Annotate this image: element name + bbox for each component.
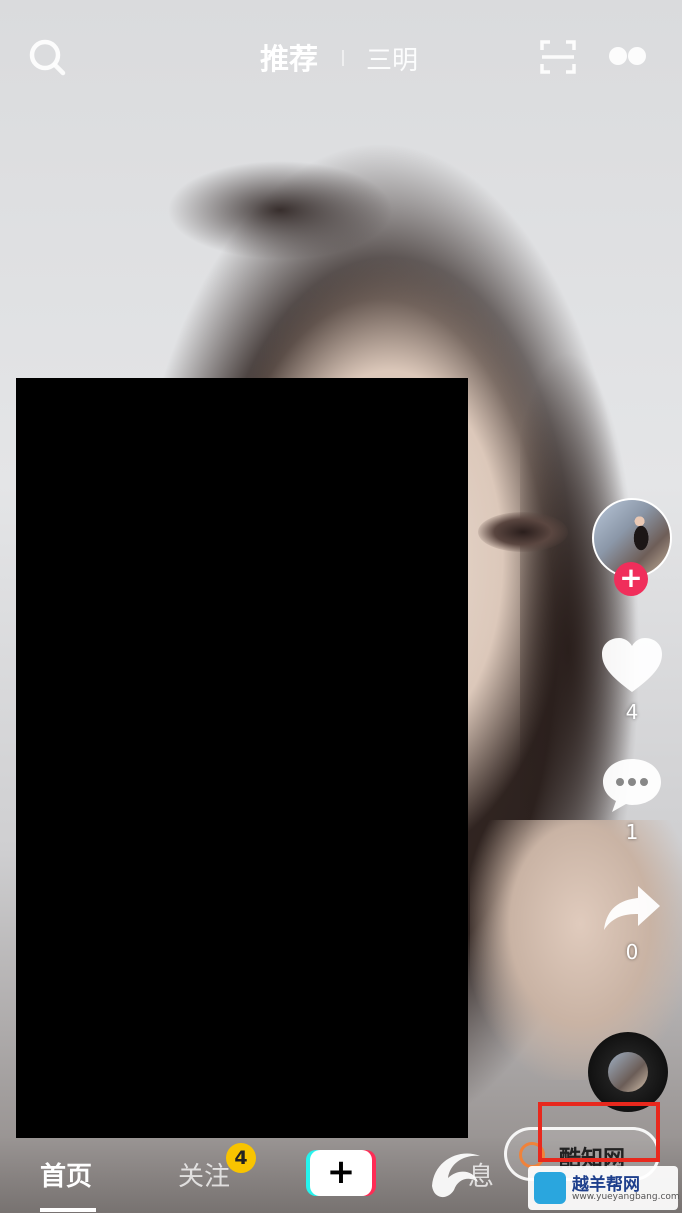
comment-count: 1 [625,820,639,844]
scan-icon[interactable] [540,40,576,74]
active-tab-indicator [40,1208,96,1212]
watermark-site-url: www.yueyangbang.com [572,1192,680,1202]
redaction-block [16,378,468,1138]
like-count: 4 [625,700,639,724]
music-cover [608,1052,648,1092]
share-icon [604,886,660,930]
share-count: 0 [625,940,639,964]
nav-follow[interactable]: 关注 [178,1156,230,1193]
create-button[interactable]: + [306,1150,376,1196]
comment-button[interactable]: 1 [600,756,664,844]
search-icon[interactable] [28,38,66,76]
nav-home[interactable]: 首页 [40,1156,92,1193]
music-disc-icon[interactable] [588,1032,668,1112]
tab-divider [342,50,344,66]
highlight-box [538,1102,660,1162]
plus-icon: + [310,1150,372,1196]
watermark-swirl-logo [420,1138,500,1208]
watermark-site: 越羊帮网 www.yueyangbang.com [528,1166,680,1210]
follow-plus-icon[interactable]: + [614,562,648,596]
top-bar: 推荐 三明 [0,0,682,112]
creator-avatar[interactable]: + [592,498,672,596]
heart-icon [602,638,662,692]
follow-badge: 4 [226,1143,256,1173]
video-content [478,512,568,552]
tab-city[interactable]: 三明 [366,40,418,77]
live-icon[interactable] [608,44,648,68]
comment-icon [603,759,661,812]
like-button[interactable]: 4 [600,636,664,724]
share-button[interactable]: 0 [600,882,664,964]
watermark-site-logo [534,1172,566,1204]
tab-recommend[interactable]: 推荐 [260,36,318,78]
